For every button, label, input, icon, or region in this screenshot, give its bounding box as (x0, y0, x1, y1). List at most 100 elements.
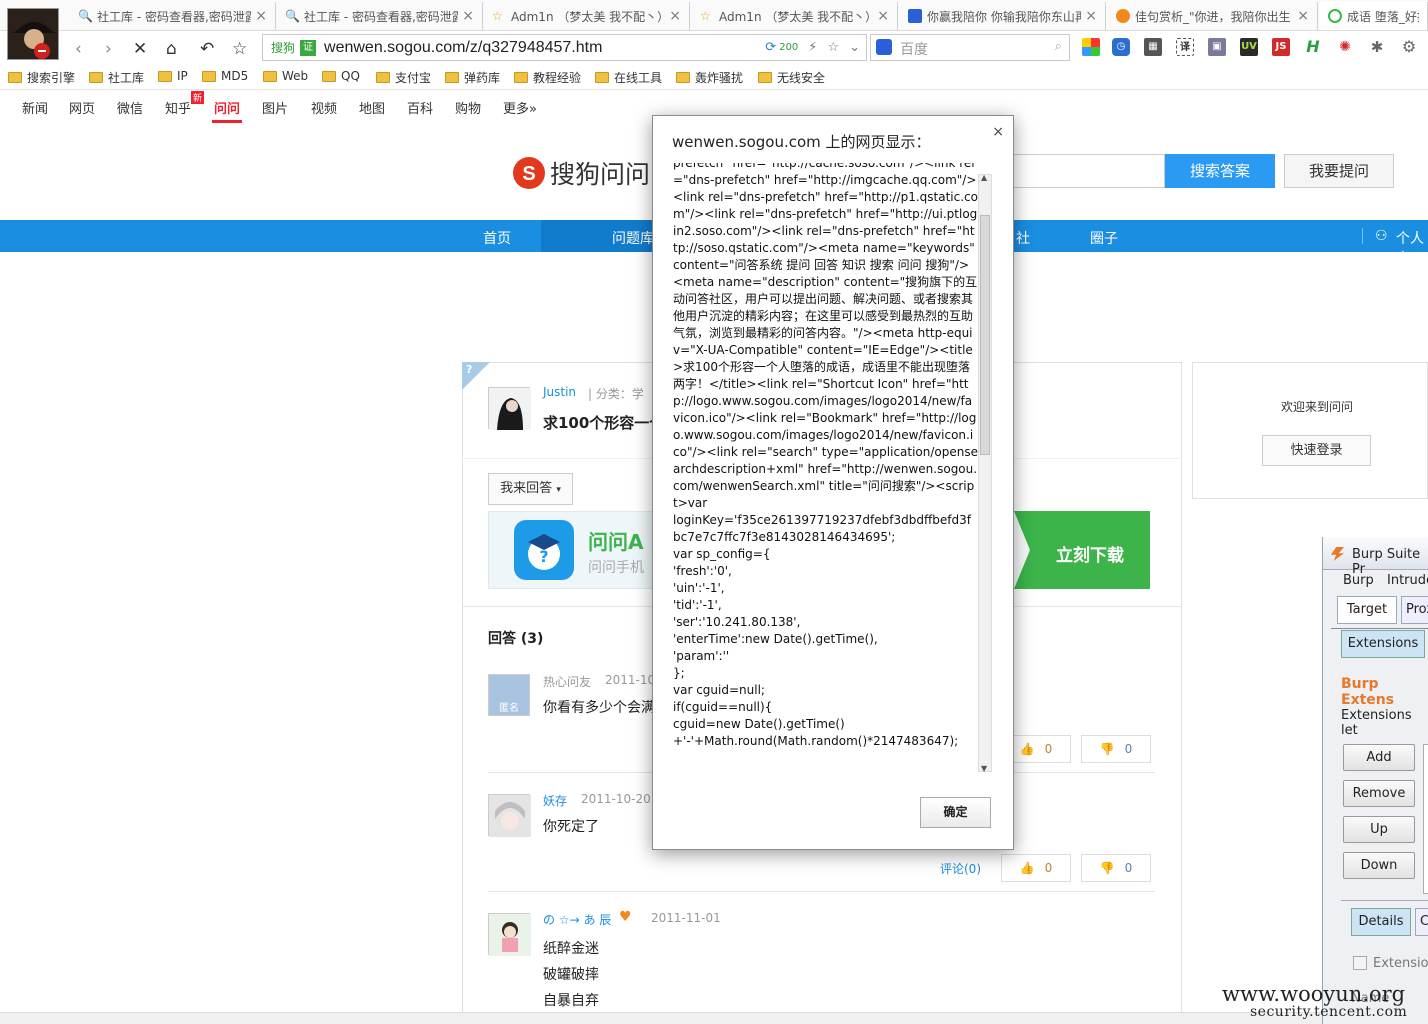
burp-down-button[interactable]: Down (1343, 852, 1415, 879)
browser-tab[interactable]: ☆ Adm1n （梦太美 我不配丶） × (692, 2, 898, 30)
burp-menu-intruder[interactable]: Intrude (1387, 573, 1428, 588)
bookmark-folder[interactable]: QQ (322, 69, 360, 83)
dialog-ok-button[interactable]: 确定 (920, 797, 991, 828)
browser-tab[interactable]: 你赢我陪你 你输我陪你东山再 × (900, 2, 1106, 30)
browser-tab-active[interactable]: 成语 堕落_好搜 (1320, 2, 1428, 30)
user-avatar[interactable] (7, 8, 59, 60)
comment-link[interactable]: 评论(0) (940, 860, 981, 877)
burp-up-button[interactable]: Up (1343, 816, 1415, 843)
translate-icon[interactable]: 译 (1176, 38, 1194, 56)
bookmark-folder[interactable]: MD5 (202, 69, 248, 83)
dialog-scrollbar[interactable]: ▲ ▼ (978, 173, 992, 773)
bookmark-folder[interactable]: 社工库 (89, 69, 144, 86)
search-box[interactable]: 百度 ⌕ (870, 34, 1070, 61)
sogou-logo[interactable]: S 搜狗问问 (512, 155, 650, 191)
nav-images[interactable]: 图片 (262, 98, 288, 117)
scrollbar-thumb[interactable] (980, 215, 990, 455)
calc-icon[interactable]: ▦ (1144, 38, 1162, 56)
answerer-avatar[interactable] (488, 913, 531, 956)
channel-questions[interactable]: 问题库 (612, 228, 654, 248)
channel-circle[interactable]: 圈子 (1090, 228, 1118, 248)
burp-remove-button[interactable]: Remove (1343, 780, 1415, 807)
settings-gear-icon[interactable]: ⚙ (1400, 38, 1418, 56)
flash-icon[interactable]: ⚡ (808, 40, 817, 55)
dislike-button[interactable]: 👎 0 (1081, 854, 1151, 882)
browser-tab[interactable]: ☆ Adm1n （梦太美 我不配丶） × (484, 2, 690, 30)
nav-map[interactable]: 地图 (359, 98, 385, 117)
search-icon[interactable]: ⌕ (1055, 39, 1062, 54)
nav-news[interactable]: 新闻 (22, 98, 48, 117)
answer-button[interactable]: 我来回答 ▾ (488, 473, 573, 505)
channel-community[interactable]: 社 (1016, 228, 1030, 248)
uv-icon[interactable]: UV (1240, 38, 1258, 56)
burp-add-button[interactable]: Add (1343, 744, 1415, 771)
baidu-paw-icon[interactable] (876, 39, 892, 55)
extension-checkbox[interactable] (1353, 956, 1367, 970)
dialog-close-icon[interactable]: × (992, 124, 1004, 140)
nav-weixin[interactable]: 微信 (117, 98, 143, 117)
bookmark-folder[interactable]: 轰炸骚扰 (676, 69, 743, 86)
browser-tab[interactable]: 佳句赏析_"你进，我陪你出生 × (1108, 2, 1318, 30)
scroll-up-icon[interactable]: ▲ (981, 173, 987, 182)
nav-web[interactable]: 网页 (69, 98, 95, 117)
js-icon[interactable]: JS (1272, 38, 1290, 56)
burp-tab-proxy[interactable]: Prox (1401, 596, 1428, 624)
dropdown-icon[interactable]: ⌄ (849, 40, 860, 55)
nav-more[interactable]: 更多» (503, 98, 537, 117)
forward-icon[interactable]: › (105, 39, 112, 59)
browser-tab[interactable]: 🔍 社工库 - 密码查看器,密码泄露 × (70, 2, 276, 30)
asker-name[interactable]: Justin (543, 385, 576, 399)
bookmark-folder[interactable]: 弹药库 (445, 69, 500, 86)
close-tab-icon[interactable]: × (669, 8, 681, 24)
bug-icon[interactable]: ✱ (1368, 38, 1386, 56)
burp-tab-extensions[interactable]: Extensions (1341, 630, 1425, 658)
clock-icon[interactable]: ◷ (1112, 38, 1130, 56)
nav-shop[interactable]: 购物 (455, 98, 481, 117)
like-button[interactable]: 👍 0 (1001, 854, 1071, 882)
stop-icon[interactable]: ✕ (133, 39, 147, 59)
answerer-name[interactable]: の ☆→ あ 辰 (543, 911, 611, 928)
close-tab-icon[interactable]: × (1085, 8, 1097, 24)
tool-icon[interactable]: ▣ (1208, 38, 1226, 56)
channel-home[interactable]: 首页 (483, 228, 511, 248)
close-tab-icon[interactable]: × (877, 8, 889, 24)
bookmark-folder[interactable]: 在线工具 (595, 69, 662, 86)
windows-icon[interactable] (1082, 38, 1100, 56)
undo-icon[interactable]: ↶ (200, 39, 214, 59)
scroll-down-icon[interactable]: ▼ (981, 764, 987, 773)
quick-login-button[interactable]: 快速登录 (1262, 435, 1371, 466)
bookmark-folder[interactable]: 无线安全 (758, 69, 825, 86)
burp-menu-burp[interactable]: Burp (1343, 573, 1374, 588)
h-icon[interactable]: H (1304, 38, 1322, 56)
download-button[interactable]: 立刻下载 (1056, 541, 1124, 566)
bookmark-folder[interactable]: 搜索引擎 (8, 69, 75, 86)
answerer-name[interactable]: 妖存 (543, 792, 567, 809)
bookmark-star-icon[interactable]: ☆ (827, 40, 839, 55)
close-tab-icon[interactable]: × (1297, 8, 1309, 24)
nav-video[interactable]: 视频 (311, 98, 337, 117)
close-tab-icon[interactable]: × (255, 8, 267, 24)
dislike-button[interactable]: 👎 0 (1081, 735, 1151, 763)
nav-zhihu[interactable]: 知乎 (165, 98, 191, 117)
question-search-input[interactable] (1013, 154, 1165, 188)
ask-question-button[interactable]: 我要提问 (1284, 154, 1394, 188)
search-answer-button[interactable]: 搜索答案 (1165, 154, 1275, 188)
bookmark-folder[interactable]: Web (263, 69, 308, 83)
bookmark-folder[interactable]: IP (158, 69, 188, 83)
asker-avatar[interactable] (488, 387, 531, 430)
favorite-star-icon[interactable]: ☆ (232, 39, 247, 59)
burp-tab-details[interactable]: Details (1351, 908, 1411, 936)
address-bar[interactable]: 搜狗 证 wenwen.sogou.com/z/q327948457.htm ⟳… (262, 34, 867, 61)
burp-tab-output[interactable]: C (1415, 908, 1428, 936)
close-tab-icon[interactable]: × (462, 8, 474, 24)
browser-tab[interactable]: 🔍 社工库 - 密码查看器,密码泄露 × (277, 2, 483, 30)
bookmark-folder[interactable]: 教程经验 (514, 69, 581, 86)
answerer-avatar[interactable] (488, 794, 531, 837)
nav-baike[interactable]: 百科 (407, 98, 433, 117)
bookmark-folder[interactable]: 支付宝 (376, 69, 431, 86)
channel-personal[interactable]: 个人中 (1396, 228, 1428, 268)
back-icon[interactable]: ‹ (75, 39, 82, 59)
url-text[interactable]: wenwen.sogou.com/z/q327948457.htm (324, 39, 602, 57)
extension-table[interactable] (1423, 744, 1428, 894)
nav-wenwen-active[interactable]: 问问 (214, 98, 240, 117)
